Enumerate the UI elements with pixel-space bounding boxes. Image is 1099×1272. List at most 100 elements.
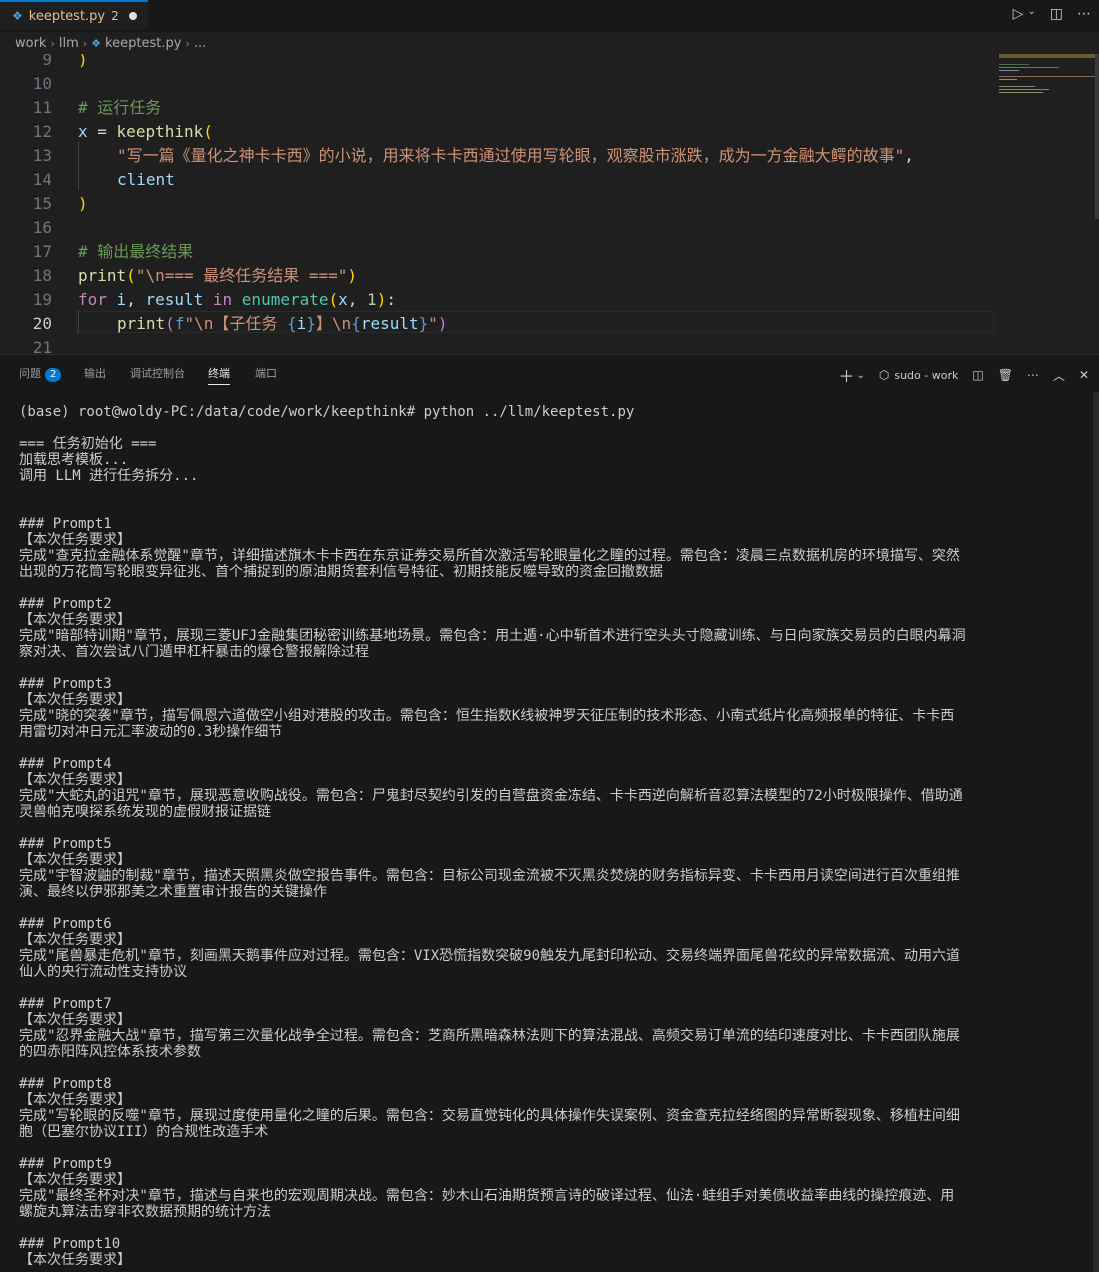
unsaved-dot-icon[interactable]	[128, 12, 137, 20]
terminal-line: 【本次任务要求】	[19, 852, 131, 868]
code-text: )	[78, 54, 88, 69]
editor-tab-bar: ❖ keeptest.py 2 ▷ ⌄ ◫ ⋯	[0, 0, 1099, 32]
breadcrumb-llm[interactable]: llm	[59, 36, 79, 51]
panel-actions: ＋ ⌄ ⬡ sudo - work ◫ 🗑 ⋯ ︿ ✕	[838, 363, 1089, 387]
terminal-line: 【本次任务要求】	[19, 1012, 131, 1028]
terminal-line: 的四赤阳阵风控体系技术参数	[19, 1044, 201, 1060]
code-keyword: for	[78, 290, 107, 309]
code-variable: x	[338, 290, 348, 309]
code-function: enumerate	[241, 290, 329, 309]
minimap[interactable]	[999, 54, 1095, 100]
terminal-line: 【本次任务要求】	[19, 532, 131, 548]
code-line: 20 print(f"\n【子任务 {i}】\n{result}")	[0, 312, 1000, 336]
line-number: 10	[32, 74, 52, 93]
terminal-line: 【本次任务要求】	[19, 1092, 131, 1108]
tab-label: 问题	[19, 367, 41, 380]
terminal-dropdown-icon[interactable]: ⌄	[856, 370, 864, 381]
chevron-right-icon: ›	[82, 36, 88, 50]
terminal-icon: ⬡	[878, 368, 890, 382]
code-function: print	[78, 266, 127, 285]
breadcrumb-work[interactable]: work	[15, 36, 46, 51]
code-line: 18 print("\n=== 最终任务结果 ===")	[0, 264, 1000, 288]
code-text: print("\n=== 最终任务结果 ===")	[78, 266, 358, 285]
tab-problems[interactable]: 问题 2	[19, 365, 62, 382]
terminal-line: 演、最终以伊邪那美之术重置审计报告的关键操作	[19, 884, 327, 900]
terminal-line: 出现的万花筒写轮眼变异征兆、首个捕捉到的原油期货套利信号特征、初期技能反噬导致的…	[19, 564, 663, 580]
terminal-line: 螺旋丸算法击穿非农数据预期的统计方法	[19, 1204, 271, 1220]
breadcrumb-file[interactable]: keeptest.py	[105, 36, 181, 51]
terminal-line: ### Prompt1	[19, 516, 112, 532]
split-terminal-icon[interactable]: ◫	[972, 368, 983, 382]
close-panel-icon[interactable]: ✕	[1079, 368, 1089, 382]
code-line: 13 "写一篇《量化之神卡卡西》的小说，用来将卡卡西通过使用写轮眼，观察股市涨跌…	[0, 144, 1000, 168]
code-text: print(f"\n【子任务 {i}】\n{result}")	[117, 314, 448, 333]
more-actions-icon[interactable]: ⋯	[1027, 368, 1039, 382]
split-editor-icon[interactable]: ◫	[1050, 6, 1063, 22]
terminal-line: 察对决、首次尝试八门遁甲杠杆暴击的爆仓警报解除过程	[19, 644, 369, 660]
terminal-selector[interactable]: ⬡ sudo - work	[879, 368, 958, 382]
tab-problem-count: 2	[111, 9, 119, 23]
more-actions-icon[interactable]: ⋯	[1077, 6, 1091, 22]
line-number: 18	[32, 266, 52, 285]
panel-header: 问题 2 输出 调试控制台 终端 端口 ＋ ⌄ ⬡ sudo - work ◫ 🗑…	[0, 354, 1099, 390]
problems-badge: 2	[45, 368, 62, 382]
editor-actions: ▷ ⌄ ◫ ⋯	[1013, 6, 1091, 22]
tab-terminal[interactable]: 终端	[208, 365, 230, 385]
terminal-line: === 任务初始化 ===	[19, 436, 157, 452]
run-icon[interactable]: ▷	[1013, 6, 1024, 22]
maximize-panel-icon[interactable]: ︿	[1053, 367, 1065, 384]
code-variable: i	[296, 314, 307, 333]
tab-keeptest-py[interactable]: ❖ keeptest.py 2	[0, 0, 148, 30]
code-variable: i	[116, 290, 127, 309]
code-line: 17 # 输出最终结果	[0, 240, 1000, 264]
code-variable: result	[145, 290, 204, 309]
line-number: 17	[32, 242, 52, 261]
code-string: "\n=== 最终任务结果 ==="	[135, 266, 348, 285]
terminal-line: 【本次任务要求】	[19, 692, 131, 708]
terminal-line: 完成"查克拉金融体系觉醒"章节，详细描述旗木卡卡西在东京证券交易所首次激活写轮眼…	[19, 548, 960, 564]
code-string: "写一篇《量化之神卡卡西》的小说，用来将卡卡西通过使用写轮眼，观察股市涨跌，成为…	[117, 146, 905, 165]
code-variable: x	[78, 122, 88, 141]
line-number: 9	[42, 54, 52, 69]
python-file-icon: ❖	[12, 9, 23, 23]
terminal-line: ### Prompt7	[19, 996, 112, 1012]
python-file-icon: ❖	[91, 36, 102, 50]
code-string: 】\n	[315, 314, 352, 333]
terminal-line: 【本次任务要求】	[19, 932, 131, 948]
terminal-line: ### Prompt4	[19, 756, 112, 772]
tab-debug-console[interactable]: 调试控制台	[130, 365, 185, 381]
terminal-line: 【本次任务要求】	[19, 1172, 131, 1188]
editor-scrollbar[interactable]	[1095, 54, 1099, 219]
terminal-line: 仙人的央行流动性支持协议	[19, 964, 187, 980]
terminal-line: 完成"暗部特训期"章节，展现三菱UFJ金融集团秘密训练基地场景。需包含：用土遁·…	[19, 628, 966, 644]
terminal[interactable]: (base) root@woldy-PC:/data/code/work/kee…	[0, 390, 1099, 1272]
terminal-scrollbar[interactable]	[1093, 392, 1099, 1272]
terminal-name: sudo - work	[894, 368, 959, 382]
code-line: 9 )	[0, 54, 1000, 72]
code-line: 12 x = keepthink(	[0, 120, 1000, 144]
breadcrumb-symbol[interactable]: ...	[194, 36, 206, 51]
tab-ports[interactable]: 端口	[255, 365, 277, 381]
line-number: 20	[32, 314, 52, 333]
tab-output[interactable]: 输出	[84, 365, 106, 381]
line-number: 19	[32, 290, 52, 309]
terminal-line: ### Prompt8	[19, 1076, 112, 1092]
line-number: 12	[32, 122, 52, 141]
code-line: 14 client	[0, 168, 1000, 192]
code-string: "\n【子任务	[184, 314, 287, 333]
tab-filename: keeptest.py	[28, 8, 106, 24]
code-fstring-prefix: f	[174, 314, 185, 333]
code-string: "	[428, 314, 438, 333]
code-line: 21	[0, 336, 1000, 354]
code-line: 15 )	[0, 192, 1000, 216]
code-keyword: in	[212, 290, 233, 309]
code-editor[interactable]: 9 ) 10 11 # 运行任务 12 x = keepthink( 13 "写…	[0, 54, 1099, 354]
code-text: x = keepthink(	[78, 122, 213, 141]
trash-icon[interactable]: 🗑	[998, 368, 1013, 382]
terminal-line: ### Prompt6	[19, 916, 112, 932]
terminal-line: 完成"大蛇丸的诅咒"章节，展现恶意收购战役。需包含：尸鬼封尽契约引发的自营盘资金…	[19, 788, 963, 804]
code-comment: # 运行任务	[78, 98, 162, 117]
run-dropdown-icon[interactable]: ⌄	[1027, 6, 1035, 22]
new-terminal-icon[interactable]: ＋	[838, 363, 854, 387]
line-number: 14	[32, 170, 52, 189]
